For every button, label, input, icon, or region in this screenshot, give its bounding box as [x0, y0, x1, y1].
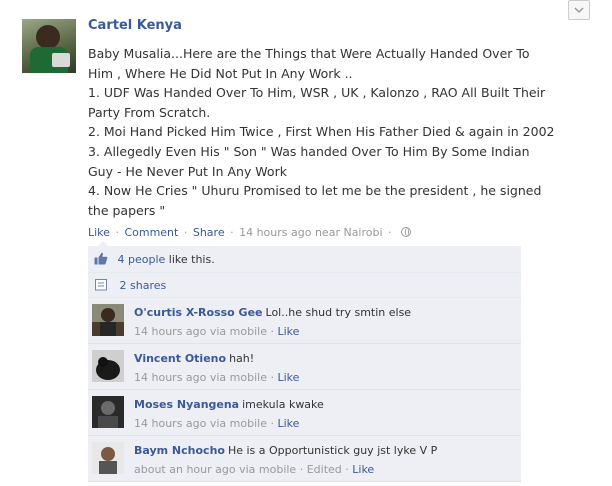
likes-count-link[interactable]: 4 people — [118, 253, 166, 266]
comment-item: Vincent Otieno hah! 14 hours ago via mobi… — [88, 344, 521, 390]
comment-text: hah! — [229, 352, 255, 365]
likes-suffix: like this. — [165, 253, 215, 266]
edited-label[interactable]: Edited — [307, 463, 342, 476]
likes-summary: 4 people like this. — [88, 241, 521, 273]
thumbs-up-icon — [94, 252, 108, 265]
share-icon — [95, 279, 107, 291]
comment-like-link[interactable]: Like — [277, 417, 299, 430]
post-line: 1. UDF Was Handed Over To Him, WSR , UK … — [88, 85, 546, 101]
post-author-name[interactable]: Cartel Kenya — [88, 17, 588, 35]
post-line: 3. Allegedly Even His " Son " Was handed… — [88, 143, 530, 159]
post-line: Party From Scratch. — [88, 104, 211, 120]
commenter-avatar[interactable] — [92, 442, 124, 474]
like-link[interactable]: Like — [88, 226, 110, 239]
comment-text: He is a Opportunistick guy jst lyke V P — [227, 444, 438, 457]
post-actions: Like · Comment · Share · 14 hours ago ne… — [88, 226, 588, 240]
comment-item: O'curtis X-Rosso Gee Lol..he shud try smt… — [88, 298, 521, 344]
comment-item: Moses Nyangena imekula kwake 14 hours ago… — [88, 390, 521, 436]
comment-meta[interactable]: 14 hours ago via mobile — [134, 325, 267, 338]
post-line: the papers " — [88, 202, 166, 218]
commenter-avatar[interactable] — [92, 396, 124, 428]
post-line: 2. Moi Hand Picked Him Twice , First Whe… — [88, 124, 555, 140]
comment-like-link[interactable]: Like — [277, 325, 299, 338]
post-line: Baby Musalia...Here are the Things that … — [88, 46, 530, 61]
shares-summary: 2 shares — [88, 273, 521, 298]
comment-meta[interactable]: 14 hours ago via mobile — [134, 417, 267, 430]
commenter-name[interactable]: Vincent Otieno — [134, 352, 226, 365]
comment-like-link[interactable]: Like — [277, 371, 299, 384]
author-avatar[interactable] — [22, 19, 76, 73]
comment-item: Baym Nchocho He is a Opportunistick guy j… — [88, 436, 521, 482]
commenter-avatar[interactable] — [92, 304, 124, 336]
chevron-down-icon — [574, 7, 584, 14]
shares-count-link[interactable]: 2 shares — [120, 279, 167, 292]
share-link[interactable]: Share — [193, 226, 225, 239]
commenter-avatar[interactable] — [92, 350, 124, 382]
post-content: Cartel Kenya Baby Musalia...Here are the… — [88, 17, 588, 240]
comment-like-link[interactable]: Like — [352, 463, 374, 476]
commenter-name[interactable]: O'curtis X-Rosso Gee — [134, 306, 263, 319]
globe-icon[interactable] — [401, 227, 412, 238]
post-message: Baby Musalia...Here are the Things that … — [88, 44, 588, 220]
comment-meta[interactable]: 14 hours ago via mobile — [134, 371, 267, 384]
post-line: Guy - He Never Put In Any Work — [88, 163, 287, 179]
comment-text: imekula kwake — [242, 398, 324, 411]
comment-link[interactable]: Comment — [124, 226, 178, 239]
comment-meta[interactable]: about an hour ago via mobile — [134, 463, 296, 476]
comment-text: Lol..he shud try smtin else — [265, 306, 412, 319]
commenter-name[interactable]: Baym Nchocho — [134, 444, 225, 457]
post-line: Him , Where He Did Not Put In Any Work .… — [88, 65, 353, 81]
post-timestamp[interactable]: 14 hours ago near Nairobi — [239, 226, 382, 239]
post-line: 4. Now He Cries " Uhuru Promised to let … — [88, 183, 542, 199]
commenter-name[interactable]: Moses Nyangena — [134, 398, 239, 411]
feedback-section: 4 people like this. 2 shares O'curtis X-… — [88, 241, 521, 482]
